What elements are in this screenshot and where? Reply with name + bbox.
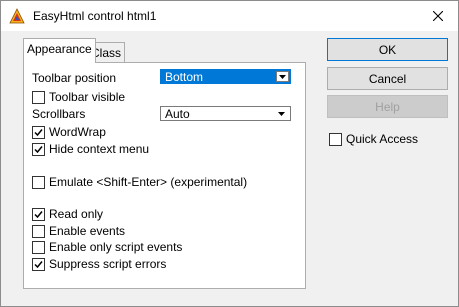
checkbox-box	[32, 207, 45, 221]
toolbar-visible-checkbox[interactable]: Toolbar visible	[32, 90, 125, 104]
enable-script-events-checkbox[interactable]: Enable only script events	[32, 240, 182, 254]
checkmark-icon	[34, 145, 43, 153]
enable-script-events-label: Enable only script events	[49, 240, 183, 254]
enable-events-checkbox[interactable]: Enable events	[32, 224, 125, 238]
window-title: EasyHtml control html1	[33, 9, 157, 23]
cancel-button[interactable]: Cancel	[327, 67, 448, 90]
chevron-down-icon	[275, 108, 288, 119]
scrollbars-value: Auto	[165, 107, 190, 121]
checkbox-box	[32, 175, 45, 189]
read-only-checkbox[interactable]: Read only	[32, 207, 103, 221]
tab-appearance[interactable]: Appearance	[23, 38, 96, 63]
checkmark-icon	[34, 128, 43, 136]
enable-events-label: Enable events	[49, 224, 126, 238]
quick-access-label: Quick Access	[346, 132, 419, 146]
toolbar-position-value: Bottom	[165, 70, 204, 84]
checkbox-box	[32, 257, 45, 271]
quick-access-checkbox[interactable]: Quick Access	[329, 132, 418, 146]
checkbox-box	[32, 90, 45, 104]
dialog-window: EasyHtml control html1 Appearance Class …	[0, 0, 459, 307]
toolbar-position-label: Toolbar position	[32, 71, 117, 85]
app-logo-icon	[9, 8, 25, 24]
close-button[interactable]	[418, 1, 458, 31]
read-only-label: Read only	[49, 207, 104, 221]
title-bar: EasyHtml control html1	[1, 1, 458, 31]
toolbar-position-select[interactable]: Bottom	[160, 69, 291, 84]
help-button: Help	[327, 95, 448, 118]
suppress-script-errors-checkbox[interactable]: Suppress script errors	[32, 257, 166, 271]
checkbox-box	[329, 132, 342, 146]
chevron-down-icon	[276, 71, 289, 82]
close-icon	[433, 11, 443, 21]
checkbox-box	[32, 240, 45, 254]
toolbar-visible-label: Toolbar visible	[49, 90, 126, 104]
ok-button[interactable]: OK	[327, 38, 448, 61]
checkmark-icon	[34, 260, 43, 268]
wordwrap-label: WordWrap	[49, 125, 106, 139]
scrollbars-select[interactable]: Auto	[160, 106, 291, 121]
wordwrap-checkbox[interactable]: WordWrap	[32, 125, 106, 139]
hide-context-menu-label: Hide context menu	[49, 142, 150, 156]
checkbox-box	[32, 142, 45, 156]
checkbox-box	[32, 125, 45, 139]
scrollbars-label: Scrollbars	[32, 107, 86, 121]
checkmark-icon	[34, 210, 43, 218]
suppress-script-errors-label: Suppress script errors	[49, 257, 167, 271]
emulate-shift-enter-checkbox[interactable]: Emulate <Shift-Enter> (experimental)	[32, 175, 247, 189]
hide-context-menu-checkbox[interactable]: Hide context menu	[32, 142, 149, 156]
checkbox-box	[32, 224, 45, 238]
appearance-panel: Toolbar position Bottom Toolbar visible …	[23, 62, 306, 289]
emulate-shift-enter-label: Emulate <Shift-Enter> (experimental)	[49, 175, 248, 189]
